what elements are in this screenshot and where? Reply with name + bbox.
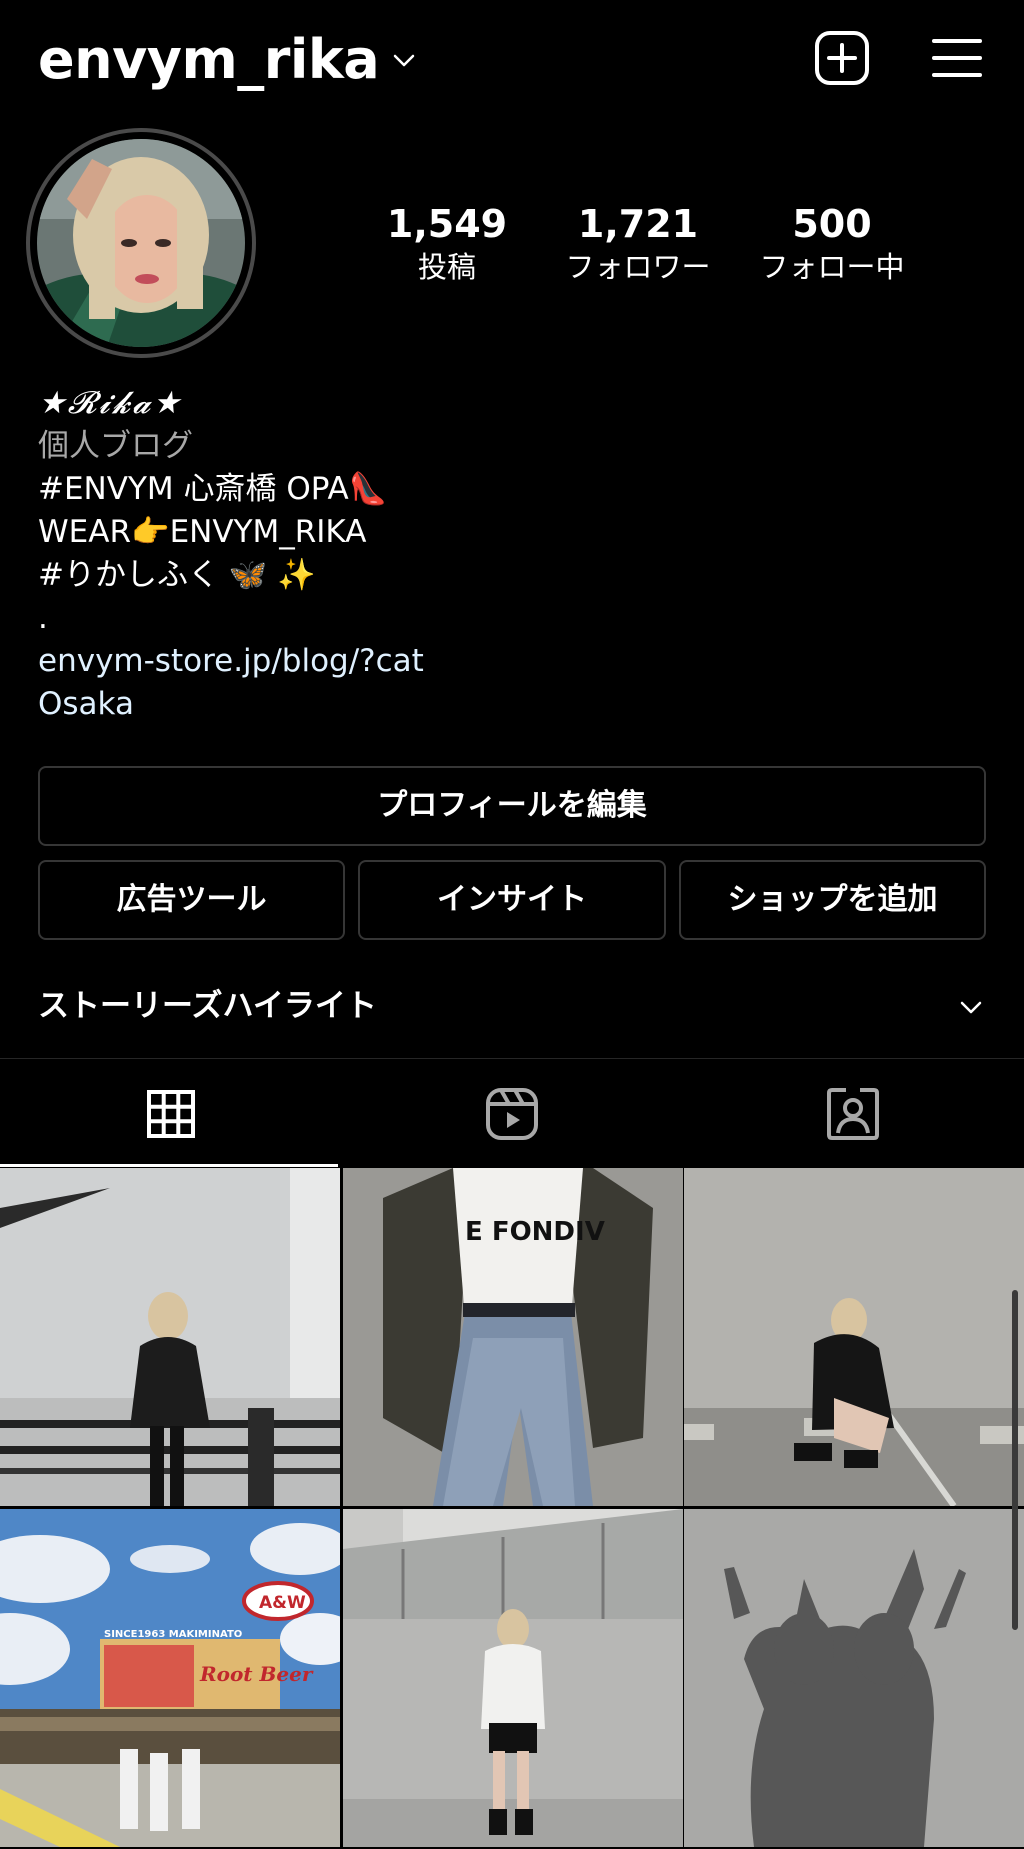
add-shop-button[interactable]: ショップを追加 [679,860,986,940]
website-link[interactable]: envym-store.jp/blog/?cat [38,640,978,683]
grid-post[interactable] [684,1509,1024,1847]
tshirt-print-text: E FONDIV [465,1217,605,1247]
grid-icon [146,1090,195,1138]
grid-post[interactable] [343,1509,683,1847]
grid-post[interactable]: SINCE1963 MAKIMINATO Root Beer A&W [0,1509,340,1847]
followers-count: 1,721 [577,202,699,246]
bio-line: . [38,600,48,636]
posts-label: 投稿 [417,250,476,284]
story-highlights-title[interactable]: ストーリーズハイライト [38,984,377,1028]
scrollbar[interactable] [1012,1290,1018,1630]
following-label: フォロー中 [759,250,905,284]
profile-bio: ★𝓡𝓲𝓴𝓪★ 個人ブログ #ENVYM 心斎橋 OPA👠 WEAR👉ENVYM_… [38,382,978,726]
bio-line: #ENVYM 心斎橋 OPA👠 [38,471,388,507]
grid-post[interactable] [0,1168,340,1506]
stat-following[interactable]: 500 フォロー中 [752,200,912,286]
stat-posts[interactable]: 1,549 投稿 [372,200,522,286]
tab-tagged[interactable] [682,1060,1023,1168]
following-count: 500 [792,202,872,246]
bio-line: #りかしふく 🦋 ✨ [38,557,316,593]
hamburger-menu-icon[interactable] [932,36,982,80]
stat-followers[interactable]: 1,721 フォロワー [556,200,720,286]
tagged-person-icon [826,1088,879,1140]
location-link[interactable]: Osaka [38,683,978,726]
display-name: ★𝓡𝓲𝓴𝓪★ [38,385,183,421]
tab-posts-grid[interactable] [0,1060,341,1168]
grid-post[interactable] [684,1168,1024,1506]
sign-place-text: SINCE1963 MAKIMINATO [104,1629,242,1640]
divider [0,1058,1024,1059]
tab-reels[interactable] [341,1060,682,1168]
insights-button[interactable]: インサイト [358,860,666,940]
sign-slogan-text: Root Beer [199,1662,314,1686]
posts-grid: E FONDIV SINCE1963 MAKIMINATO Root Beer … [0,1168,1024,1849]
active-tab-indicator [0,1164,338,1167]
bio-line: WEAR👉ENVYM_RIKA [38,514,367,550]
sign-brand-text: A&W [259,1593,306,1613]
profile-header: envym_rika [0,0,1024,120]
avatar[interactable] [37,139,245,347]
edit-profile-button[interactable]: プロフィールを編集 [38,766,986,846]
grid-post[interactable]: E FONDIV [343,1168,683,1506]
username-title[interactable]: envym_rika [38,28,380,92]
ad-tools-button[interactable]: 広告ツール [38,860,345,940]
plus-square-icon[interactable] [814,30,870,86]
posts-count: 1,549 [386,202,508,246]
reels-icon [485,1088,538,1140]
followers-label: フォロワー [565,250,711,284]
chevron-down-icon[interactable] [958,994,984,1020]
chevron-down-icon[interactable] [392,48,416,72]
category-label: 個人ブログ [38,428,193,464]
